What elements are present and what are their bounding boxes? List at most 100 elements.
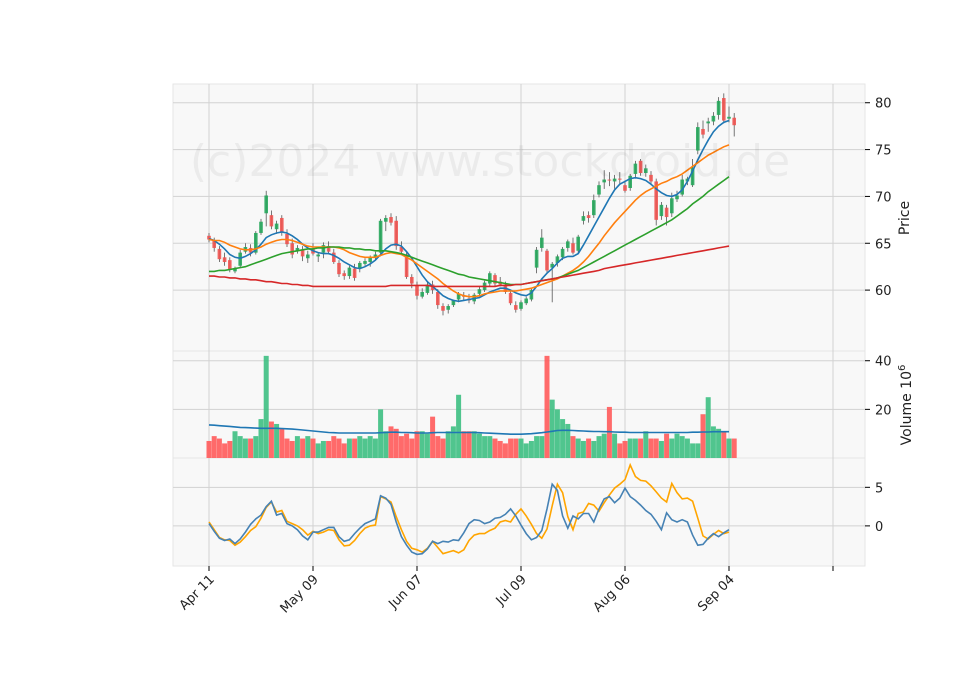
volume-bar	[393, 428, 399, 458]
y-tick-label: 5	[875, 481, 883, 496]
volume-bar	[242, 438, 248, 458]
volume-bar	[315, 443, 321, 458]
volume-bar	[669, 438, 675, 458]
volume-bar	[565, 423, 571, 458]
candle-body	[670, 198, 674, 214]
volume-bar	[518, 438, 524, 458]
volume-bar	[617, 443, 623, 458]
candle-body	[441, 306, 445, 311]
volume-bar	[549, 399, 555, 458]
volume-bar	[357, 436, 363, 458]
volume-bar	[268, 421, 274, 458]
candle-body	[378, 220, 383, 253]
candle-body	[332, 252, 336, 262]
volume-bar	[263, 355, 269, 458]
candle-body	[264, 195, 268, 214]
volume-bar	[502, 443, 508, 458]
volume-bar	[705, 397, 711, 458]
candle-body	[664, 207, 669, 218]
candle-body	[363, 261, 367, 264]
volume-bar	[721, 431, 727, 458]
x-tick-label: Jun 07	[386, 572, 426, 612]
candle-body	[701, 128, 705, 135]
volume-bar	[456, 394, 462, 458]
candle-body	[274, 223, 279, 230]
candle-body	[560, 248, 565, 258]
volume-bar	[612, 433, 618, 458]
volume-bar	[289, 440, 295, 458]
volume-bar	[211, 436, 217, 458]
candle-body	[540, 237, 544, 248]
volume-bar	[398, 436, 404, 458]
volume-bar	[700, 414, 706, 458]
candle-body	[716, 100, 721, 115]
panel-background	[172, 83, 866, 352]
candle-body	[514, 305, 518, 310]
volume-bar	[424, 433, 430, 458]
volume-bar	[534, 436, 540, 458]
volume-bar	[487, 436, 493, 458]
volume-bar	[591, 440, 597, 458]
candle-body	[420, 291, 424, 297]
candle-body	[290, 243, 294, 255]
y-tick-label: 70	[875, 190, 892, 205]
volume-bar	[690, 443, 696, 458]
y-tick-label: 40	[875, 355, 892, 370]
x-tick-label: May 09	[278, 572, 322, 616]
candle-body	[545, 250, 549, 271]
volume-bar	[216, 438, 222, 458]
volume-bar	[362, 438, 368, 458]
candle-body	[706, 121, 710, 124]
volume-bar	[513, 438, 519, 458]
volume-bar	[674, 433, 680, 458]
candle-body	[352, 268, 357, 278]
candle-body	[238, 252, 242, 266]
volume-bar	[679, 436, 685, 458]
volume-bar	[544, 355, 550, 458]
volume-bar	[404, 433, 410, 458]
x-tick-label: Sep 04	[695, 572, 738, 615]
y-tick-label: 20	[875, 403, 892, 418]
x-tick-label: Apr 11	[177, 572, 218, 613]
candle-body	[524, 298, 528, 304]
candle-body	[306, 254, 310, 259]
candle-body	[337, 262, 341, 275]
candle-body	[727, 116, 731, 119]
candle-body	[488, 273, 492, 284]
volume-bar	[367, 436, 373, 458]
volume-bar	[450, 426, 456, 458]
volume-bar	[331, 436, 337, 458]
volume-bar	[346, 438, 352, 458]
volume-bar	[658, 440, 664, 458]
y-tick-label: 60	[875, 284, 892, 299]
candle-body	[675, 195, 679, 200]
volume-bar	[560, 419, 566, 458]
volume-bar	[248, 438, 254, 458]
volume-bar	[570, 436, 576, 458]
volume-bar	[206, 440, 212, 458]
candle-body	[732, 117, 736, 126]
volume-bar	[341, 443, 347, 458]
volume-bar	[643, 431, 649, 458]
candle-body	[576, 236, 580, 251]
candle-body	[519, 302, 523, 309]
candle-body	[269, 215, 274, 227]
chart-svg: Apr 11 May 09 Jun 07 Jul 09 Aug 06 Sep 046065…	[172, 83, 915, 616]
candle-body	[280, 217, 284, 233]
volume-bar	[476, 433, 482, 458]
candle-body	[384, 217, 388, 222]
volume-bar	[352, 438, 358, 458]
candle-body	[316, 254, 320, 257]
volume-bar	[326, 440, 332, 458]
candle-body	[566, 241, 570, 248]
y-tick-label: 75	[875, 144, 892, 159]
volume-bar	[253, 436, 259, 458]
volume-bar	[466, 431, 472, 458]
y-tick-label: 80	[875, 97, 892, 112]
volume-bar	[653, 438, 659, 458]
volume-bar	[237, 436, 243, 458]
volume-bar	[294, 436, 300, 458]
volume-bar	[383, 431, 389, 458]
candle-body	[446, 306, 450, 310]
volume-bar	[232, 431, 238, 458]
